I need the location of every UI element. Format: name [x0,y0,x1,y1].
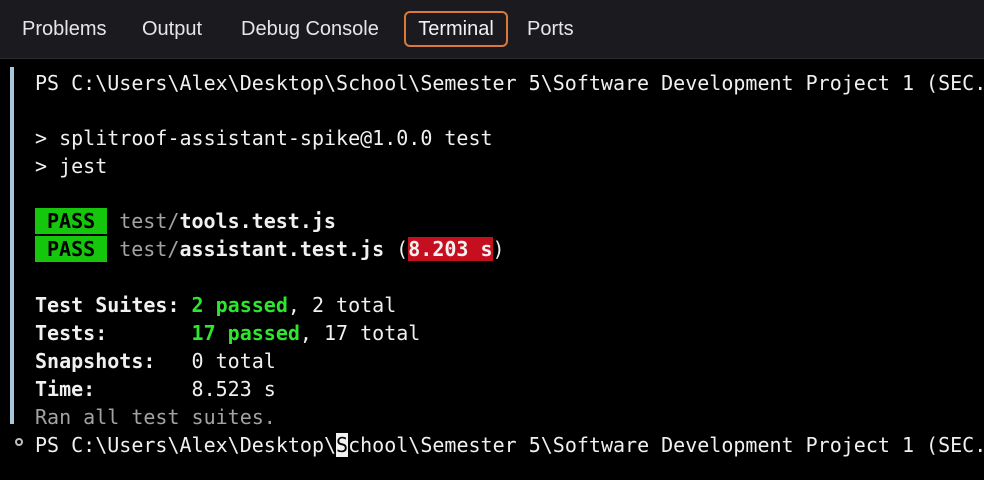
test-dir: test/ [119,237,180,261]
tab-problems[interactable]: Problems [22,11,106,47]
slow-test-time-badge: 8.203 s [408,237,493,261]
npm-script-line: > splitroof-assistant-spike@1.0.0 test [35,126,493,150]
tab-output[interactable]: Output [142,11,202,47]
prompt-line: PS C:\Users\Alex\Desktop\School\Semester… [35,71,984,95]
tab-terminal[interactable]: Terminal [404,11,508,47]
summary-suites: Test Suites: 2 passed, 2 total [35,292,396,318]
pass-badge: PASS [35,208,108,234]
command-decoration-bar [10,67,14,424]
tests-passed: 17 passed [191,321,300,345]
tab-ports[interactable]: Ports [527,11,574,47]
tab-debug-console[interactable]: Debug Console [241,11,379,47]
time-label: Time: [35,377,96,401]
test-file: assistant.test.js [179,237,385,261]
suites-passed: 2 passed [191,293,288,317]
terminal-cursor: S [336,433,349,457]
prompt-text-after: chool\Semester 5\Software Development Pr… [348,433,984,457]
summary-time: Time: 8.523 s [35,376,276,402]
suites-label: Test Suites: [35,293,180,317]
suites-total: , 2 total [287,293,397,317]
test-result-row: PASS test/assistant.test.js (8.203 s) [35,236,505,262]
time-value: 8.523 s [191,377,276,401]
snapshots-label: Snapshots: [35,349,156,373]
summary-snapshots: Snapshots: 0 total [35,348,276,374]
tests-total: , 17 total [299,321,421,345]
jest-command-line: > jest [35,154,108,178]
ran-all-line: Ran all test suites. [35,405,276,429]
prompt-text-before: PS C:\Users\Alex\Desktop\ [35,433,337,457]
pass-badge: PASS [35,236,108,262]
test-file: tools.test.js [179,209,336,233]
test-dir: test/ [119,209,180,233]
command-decoration-circle-icon[interactable] [15,438,23,446]
active-prompt-line[interactable]: PS C:\Users\Alex\Desktop\School\Semester… [35,432,984,458]
snapshots-value: 0 total [191,349,276,373]
test-result-row: PASS test/tools.test.js [35,208,336,234]
panel-tab-bar: Problems Output Debug Console Terminal P… [0,0,984,59]
terminal-output[interactable]: PS C:\Users\Alex\Desktop\School\Semester… [0,59,984,480]
summary-tests: Tests: 17 passed, 17 total [35,320,420,346]
tests-label: Tests: [35,321,108,345]
